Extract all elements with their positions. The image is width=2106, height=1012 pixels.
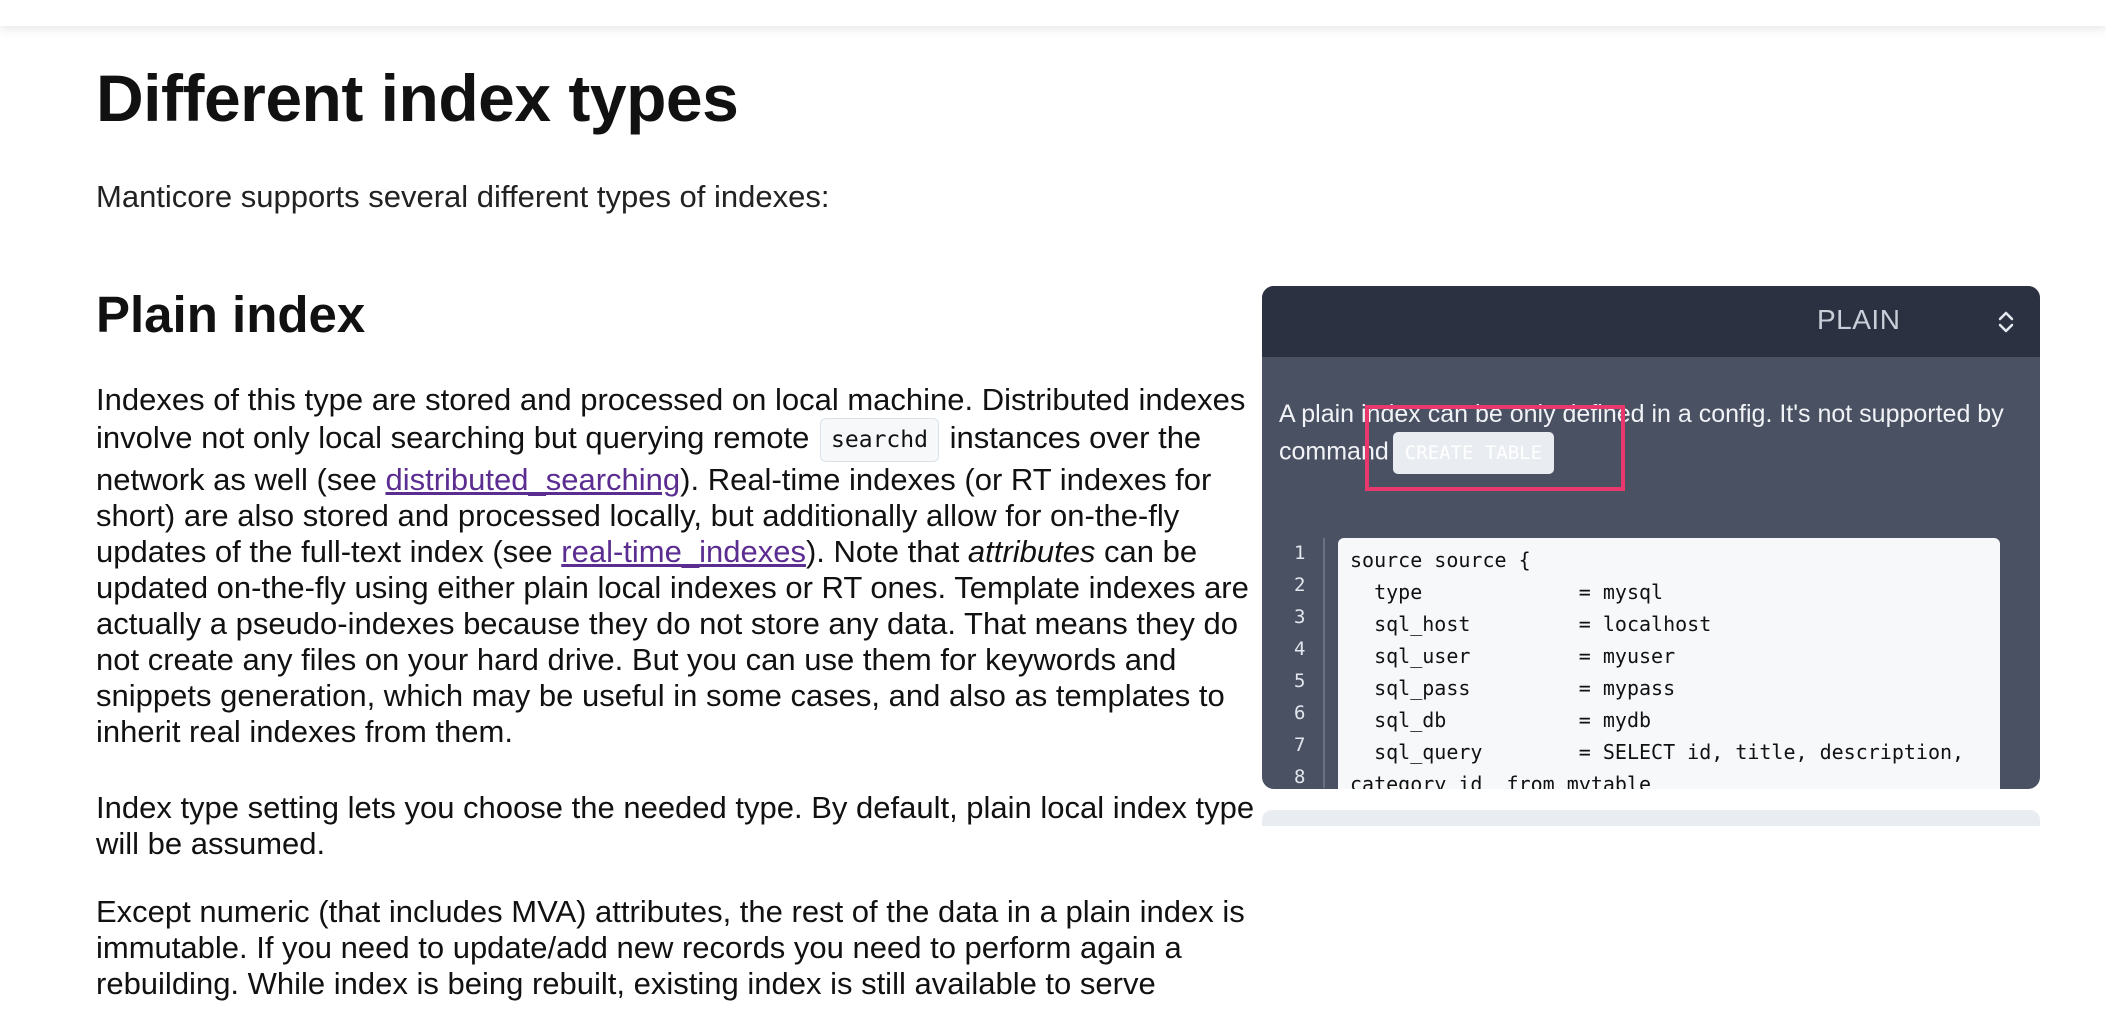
top-bar <box>0 0 2106 26</box>
line-number: 6 <box>1294 702 1306 724</box>
code-line: sql_pass = mypass <box>1350 676 1676 700</box>
code-line: type = mysql <box>1350 580 1664 604</box>
line-number: 2 <box>1294 574 1306 596</box>
line-number: 5 <box>1294 670 1306 692</box>
intro-text: Manticore supports several different typ… <box>96 179 830 214</box>
line-number: 7 <box>1294 734 1306 756</box>
attributes-emphasis: attributes <box>967 534 1096 569</box>
code-line: sql_user = myuser <box>1350 644 1676 668</box>
code-line: sql_query = SELECT id, title, descriptio… <box>1350 740 1965 764</box>
code-line: source source { <box>1350 548 1531 572</box>
line-number: 1 <box>1294 542 1306 564</box>
page-title: Different index types <box>96 61 739 135</box>
index-type-paragraph: Index type setting lets you choose the n… <box>96 790 1255 861</box>
gutter-divider <box>1323 538 1325 788</box>
line-number: 8 <box>1294 766 1306 788</box>
section-title: Plain index <box>96 286 366 343</box>
line-number: 4 <box>1294 638 1306 660</box>
code-block[interactable]: source source { type = mysql sql_host = … <box>1338 538 2000 789</box>
code-line: category_id from mytable <box>1350 772 1652 789</box>
example-panel-header: PLAIN <box>1262 286 2040 357</box>
chevron-up-down-icon[interactable] <box>1996 308 2016 336</box>
inline-code-searchd: searchd <box>820 418 939 462</box>
line-number: 3 <box>1294 606 1306 628</box>
real-time-indexes-link[interactable]: real-time_indexes <box>561 534 806 569</box>
example-panel: PLAIN A plain index can be only defined … <box>1262 286 2040 789</box>
code-line: sql_host = localhost <box>1350 612 1712 636</box>
tab-plain[interactable]: PLAIN <box>1817 304 1900 336</box>
immutable-paragraph: Except numeric (that includes MVA) attri… <box>96 894 1245 1001</box>
code-line: sql_db = mydb <box>1350 708 1652 732</box>
plain-index-description: Indexes of this type are stored and proc… <box>96 382 1256 750</box>
highlight-box <box>1365 405 1625 491</box>
distributed-searching-link[interactable]: distributed_searching <box>385 462 680 497</box>
next-panel-edge <box>1262 810 2040 826</box>
p1-text-4: ). Note that <box>805 534 968 569</box>
